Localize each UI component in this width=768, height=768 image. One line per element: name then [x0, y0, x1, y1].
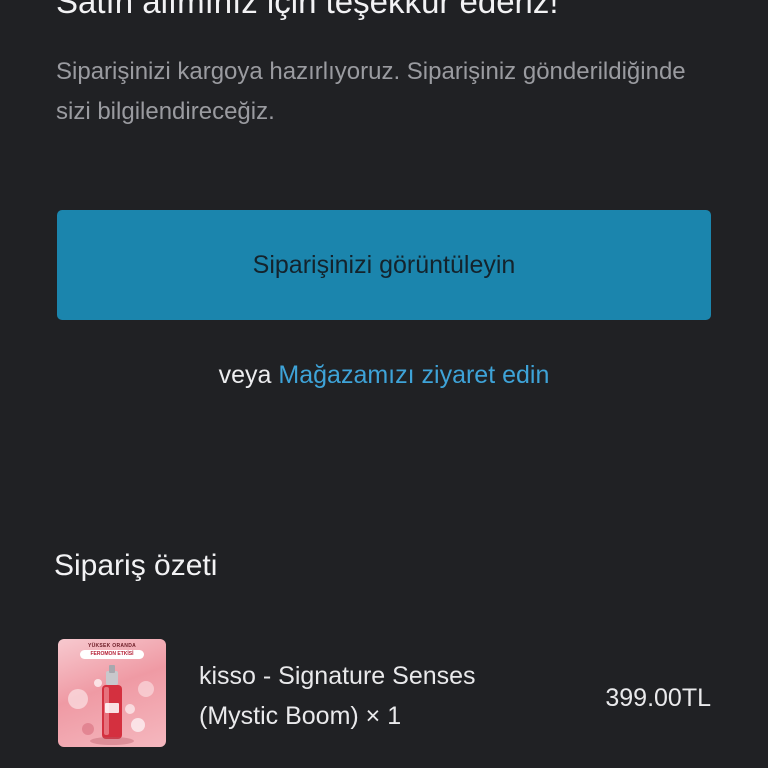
product-price: 399.00TL: [605, 684, 711, 712]
product-name: kisso - Signature Senses (Mystic Boom) ×…: [199, 662, 476, 730]
product-image-badge: FEROMON ETKİSİ: [80, 650, 144, 659]
visit-store-link[interactable]: Mağazamızı ziyaret edin: [278, 361, 549, 389]
or-text: veya: [218, 361, 272, 389]
view-order-button[interactable]: Siparişinizi görüntüleyin: [57, 210, 711, 320]
thank-you-title: Satın alımınız için teşekkür ederiz!: [56, 0, 559, 20]
confirmation-message: Siparişinizi kargoya hazırlıyoruz. Sipar…: [56, 58, 686, 125]
view-order-button-label: Siparişinizi görüntüleyin: [252, 250, 516, 279]
product-image-caption: YÜKSEK ORANDA: [87, 643, 137, 649]
order-summary-heading: Sipariş özeti: [54, 549, 218, 582]
perfume-bottle-icon: [68, 665, 154, 745]
product-image: YÜKSEK ORANDA FEROMON ETKİSİ: [58, 639, 166, 747]
alternative-action: veya Mağazamızı ziyaret edin: [0, 357, 768, 393]
